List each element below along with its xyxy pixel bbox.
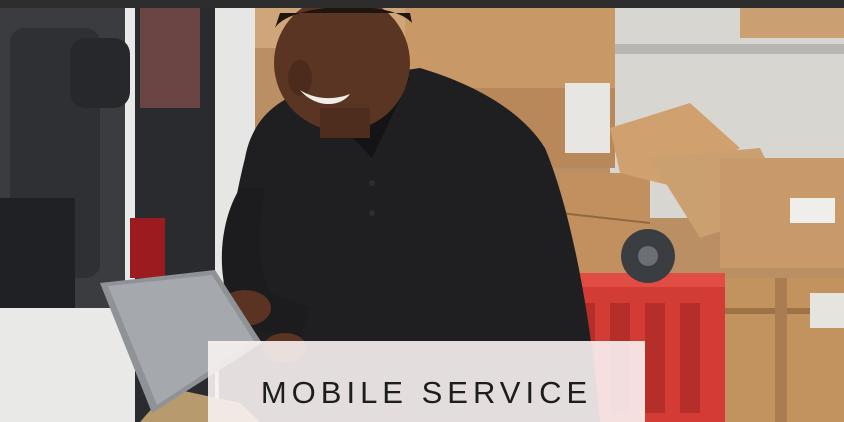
mobile-service-card[interactable]: MOBILE SERVICE bbox=[0, 0, 844, 422]
service-label-box[interactable]: MOBILE SERVICE bbox=[208, 341, 645, 422]
top-bar bbox=[0, 0, 844, 8]
service-label: MOBILE SERVICE bbox=[260, 374, 593, 410]
